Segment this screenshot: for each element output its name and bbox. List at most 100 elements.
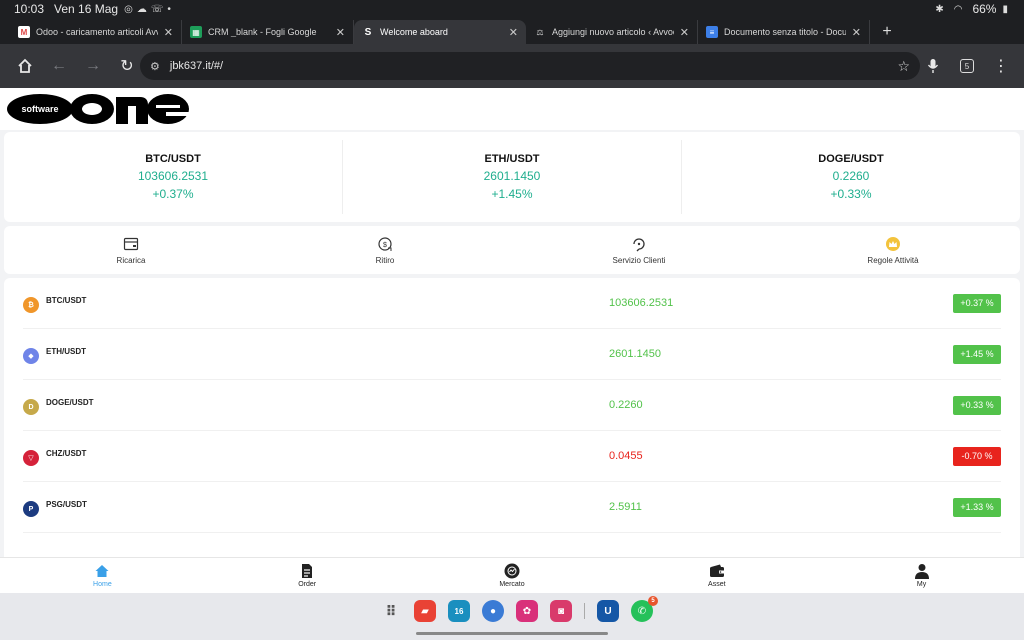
ticker-price: 2601.1450	[483, 169, 541, 183]
software-one-logo[interactable]: software	[6, 91, 190, 127]
nav-label: Order	[298, 581, 317, 588]
calendar-day: 16	[454, 606, 464, 616]
menu-button[interactable]: ⋮	[984, 49, 1018, 83]
address-bar[interactable]: ⚙ jbk637.it/#/ ☆	[140, 52, 920, 80]
market-pair: CHZ/USDT	[46, 448, 87, 458]
order-icon	[302, 564, 313, 578]
home-gesture-bar[interactable]	[416, 632, 608, 635]
servizio-clienti-button[interactable]: Servizio Clienti	[512, 226, 766, 274]
market-row[interactable]: ◆ ETH/USDT 2601.1450 +1.45 %	[23, 329, 1001, 380]
market-row[interactable]: D DOGE/USDT 0.2260 +0.33 %	[23, 380, 1001, 431]
market-price: 2601.1450	[609, 348, 661, 360]
sheets-icon: ▦	[190, 26, 202, 38]
notification-badge: 5	[648, 596, 658, 606]
dock-separator	[584, 603, 585, 619]
withdraw-icon: $	[378, 236, 392, 251]
nav-label: Asset	[708, 581, 726, 588]
ticker-btc[interactable]: BTC/USDT 103606.2531 +0.37%	[4, 140, 343, 214]
market-change-badge: +1.45 %	[953, 344, 1001, 364]
market-change-badge: +0.33 %	[953, 395, 1001, 415]
battery-level: 66%	[972, 2, 997, 16]
camera-app-icon[interactable]: ◙	[550, 600, 572, 622]
home-icon	[95, 565, 109, 577]
nav-mercato[interactable]: Mercato	[410, 558, 615, 593]
regole-attivita-button[interactable]: Regole Attività	[766, 226, 1020, 274]
voice-search-button[interactable]	[916, 49, 950, 83]
browser-toolbar: ← → ↻ ⚙ jbk637.it/#/ ☆ 5 ⋮	[0, 44, 1024, 88]
close-tab-icon[interactable]: ✕	[852, 26, 861, 39]
bitwarden-app-icon[interactable]: U	[597, 600, 619, 622]
browser-tab[interactable]: ▦ CRM _blank - Fogli Google ✕	[182, 20, 354, 44]
nav-home[interactable]: Home	[0, 558, 205, 593]
psg-coin-icon: P	[23, 501, 39, 517]
date: Ven 16 Mag	[54, 2, 119, 16]
whatsapp-notification-icon: ◎	[124, 3, 133, 15]
tab-title: Aggiungi nuovo articolo ‹ Avvocato	[552, 27, 674, 37]
messages-app-icon[interactable]: ●	[482, 600, 504, 622]
forward-button[interactable]: →	[76, 49, 110, 83]
ticker-price: 103606.2531	[137, 169, 209, 183]
market-change-badge: -0.70 %	[953, 446, 1001, 466]
market-price: 0.0455	[609, 450, 643, 462]
new-tab-button[interactable]: +	[874, 20, 900, 44]
tab-title: Documento senza titolo - Documenti	[724, 27, 846, 37]
url-text: jbk637.it/#/	[169, 60, 224, 72]
home-icon	[18, 58, 32, 73]
browser-tab[interactable]: ≡ Documento senza titolo - Documenti ✕	[698, 20, 870, 44]
ticker-price: 0.2260	[832, 169, 870, 183]
ticker-change: +0.37%	[152, 187, 194, 201]
svg-text:software: software	[21, 104, 58, 114]
action-label: Ricarica	[116, 255, 146, 265]
browser-tab[interactable]: M Odoo - caricamento articoli Avvocato ✕	[10, 20, 182, 44]
ticker-eth[interactable]: ETH/USDT 2601.1450 +1.45%	[343, 140, 682, 214]
gmail-icon: M	[18, 26, 30, 38]
wallet-icon	[709, 564, 724, 577]
calendar-app-icon[interactable]: 16	[448, 600, 470, 622]
tab-switcher-button[interactable]: 5	[950, 49, 984, 83]
ricarica-button[interactable]: Ricarica	[4, 226, 258, 274]
market-row[interactable]: ₿ BTC/USDT 103606.2531 +0.37 %	[23, 278, 1001, 329]
nav-my[interactable]: My	[819, 558, 1024, 593]
nav-order[interactable]: Order	[205, 558, 410, 593]
reload-button[interactable]: ↻	[110, 49, 144, 83]
market-price: 0.2260	[609, 399, 643, 411]
browser-tab[interactable]: ⚖ Aggiungi nuovo articolo ‹ Avvocato ✕	[526, 20, 698, 44]
market-list: ₿ BTC/USDT 103606.2531 +0.37 % ◆ ETH/USDT 2601…	[4, 278, 1020, 593]
browser-tab-active[interactable]: S Welcome aboard ✕	[354, 20, 526, 44]
system-status-bar: 10:03 Ven 16 Mag ◎ ☁ ☏ • ✱ ◠ 66% ▮	[0, 0, 1024, 18]
app-drawer-icon[interactable]: ⠿	[380, 600, 402, 622]
market-pair: PSG/USDT	[46, 499, 87, 509]
nav-asset[interactable]: Asset	[614, 558, 819, 593]
bookmark-star-icon[interactable]: ☆	[897, 58, 910, 75]
user-icon	[914, 564, 929, 579]
cloud-icon: ☁	[136, 3, 147, 15]
svg-text:$: $	[383, 242, 387, 249]
clock: 10:03	[14, 2, 45, 16]
flower-app-icon[interactable]: ✿	[516, 600, 538, 622]
market-row[interactable]: ▽ CHZ/USDT 0.0455 -0.70 %	[23, 431, 1001, 482]
notes-app-icon[interactable]: ▰	[414, 600, 436, 622]
market-row[interactable]: P PSG/USDT 2.5911 +1.33 %	[23, 482, 1001, 533]
wifi-icon: ◠	[953, 3, 963, 15]
market-pair: ETH/USDT	[46, 346, 86, 356]
doge-coin-icon: D	[23, 399, 39, 415]
action-label: Regole Attività	[867, 255, 919, 265]
ticker-doge[interactable]: DOGE/USDT 0.2260 +0.33%	[682, 140, 1020, 214]
close-tab-icon[interactable]: ✕	[336, 26, 345, 39]
close-tab-icon[interactable]: ✕	[509, 26, 518, 39]
market-change-badge: +0.37 %	[953, 293, 1001, 313]
back-button[interactable]: ←	[42, 49, 76, 83]
site-settings-icon[interactable]: ⚙	[150, 60, 160, 73]
quick-actions: Ricarica $ Ritiro Servizio Clienti Regol…	[4, 226, 1020, 274]
tab-count: 5	[960, 59, 974, 73]
chz-coin-icon: ▽	[23, 450, 39, 466]
close-tab-icon[interactable]: ✕	[164, 26, 173, 39]
tab-title: CRM _blank - Fogli Google	[208, 27, 317, 37]
close-tab-icon[interactable]: ✕	[680, 26, 689, 39]
ticker-summary-card: BTC/USDT 103606.2531 +0.37% ETH/USDT 260…	[4, 132, 1020, 222]
whatsapp-app-icon[interactable]: ✆ 5	[631, 596, 658, 622]
market-icon	[504, 563, 520, 579]
market-pair: DOGE/USDT	[46, 397, 94, 407]
home-button[interactable]	[8, 49, 42, 83]
ritiro-button[interactable]: $ Ritiro	[258, 226, 512, 274]
